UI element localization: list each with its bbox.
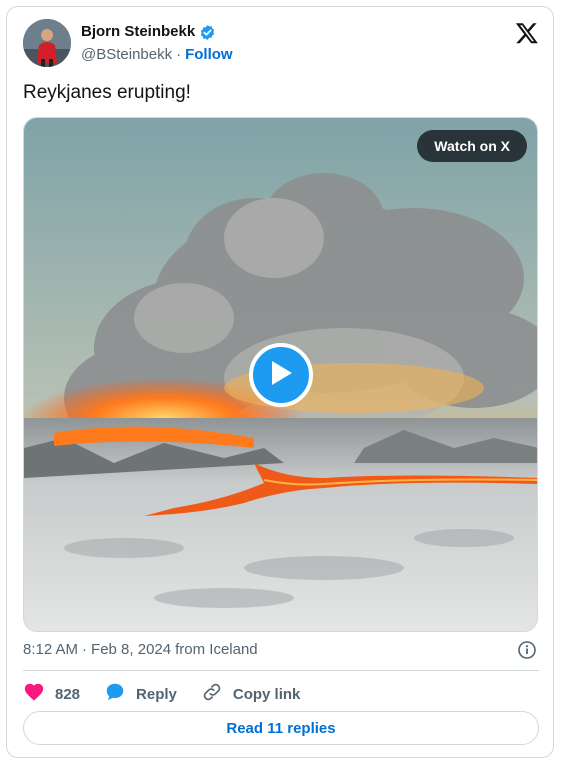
- reply-button[interactable]: Reply: [104, 681, 177, 707]
- play-button[interactable]: [249, 343, 313, 407]
- link-icon: [201, 681, 223, 707]
- tweet-meta: 8:12 AM · Feb 8, 2024 from Iceland: [23, 641, 537, 659]
- heart-icon: [23, 681, 45, 707]
- play-icon: [268, 359, 294, 392]
- copy-link-label: Copy link: [232, 685, 301, 703]
- separator-dot: ·: [176, 46, 182, 63]
- author-name-row: Bjorn Steinbekk: [81, 23, 216, 41]
- watch-on-x-button[interactable]: Watch on X: [417, 130, 527, 162]
- info-icon[interactable]: [517, 640, 537, 660]
- reply-label: Reply: [136, 685, 177, 703]
- author-name[interactable]: Bjorn Steinbekk: [81, 23, 195, 41]
- tweet-card: Bjorn Steinbekk @BSteinbekk · Follow Rey…: [6, 6, 554, 758]
- reply-bubble-icon: [104, 681, 126, 707]
- tweet-time[interactable]: 8:12 AM: [23, 641, 78, 659]
- like-count: 828: [55, 685, 81, 703]
- divider: [23, 670, 539, 671]
- follow-button[interactable]: Follow: [185, 46, 233, 64]
- meta-separator: ·: [82, 641, 88, 658]
- read-replies-button[interactable]: Read 11 replies: [23, 711, 539, 745]
- tweet-text: Reykjanes erupting!: [23, 82, 191, 103]
- tweet-location: from Iceland: [175, 641, 258, 658]
- copy-link-button[interactable]: Copy link: [201, 681, 301, 707]
- avatar-image: [23, 19, 71, 67]
- tweet-video[interactable]: Watch on X: [23, 117, 538, 632]
- author-handle[interactable]: @BSteinbekk: [81, 46, 172, 64]
- author-handle-row: @BSteinbekk · Follow: [81, 46, 233, 64]
- tweet-date[interactable]: Feb 8, 2024: [91, 641, 171, 659]
- avatar[interactable]: [23, 19, 71, 67]
- x-logo-icon[interactable]: [515, 21, 539, 45]
- action-bar: 828 Reply Copy link: [23, 681, 324, 707]
- like-button[interactable]: 828: [23, 681, 80, 707]
- verified-badge-icon: [199, 24, 216, 41]
